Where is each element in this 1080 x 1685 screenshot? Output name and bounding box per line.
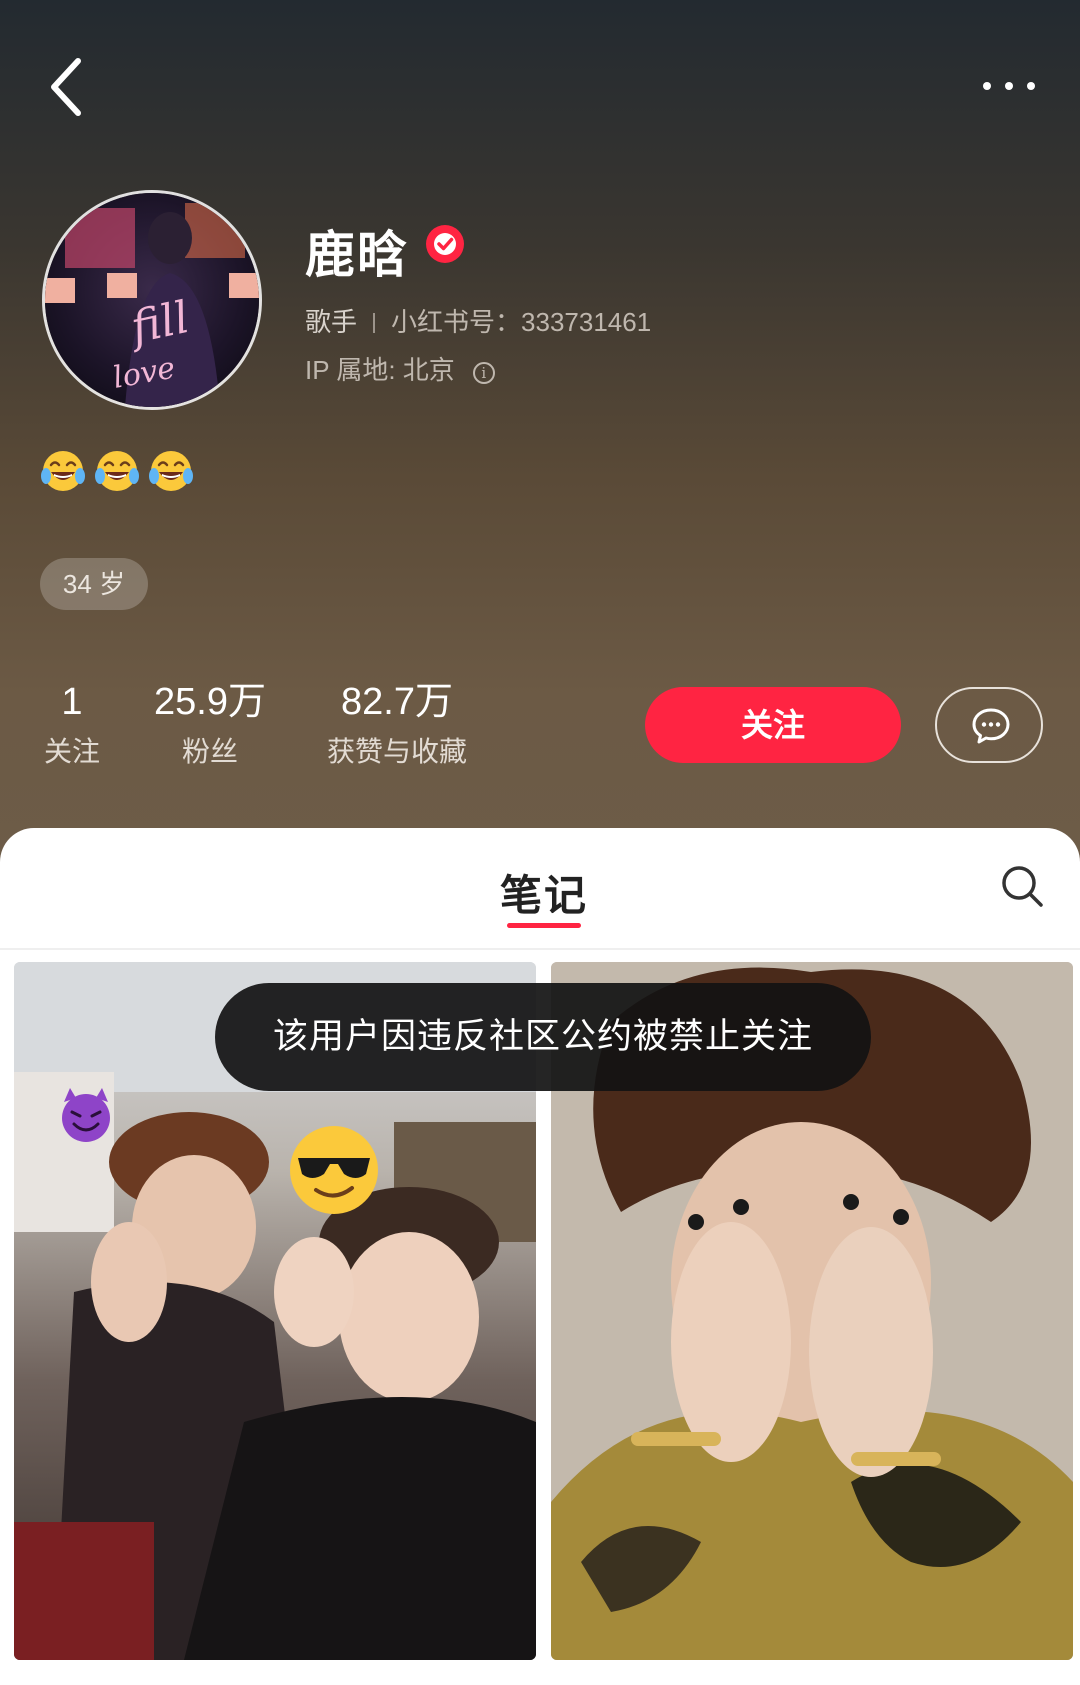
tears-of-joy-emoji — [41, 451, 85, 491]
id-value[interactable]: 333731461 — [521, 307, 651, 337]
stat-value: 82.7万 — [341, 681, 453, 723]
tears-of-joy-emoji — [95, 451, 139, 491]
bio — [40, 448, 194, 498]
ip-location: IP 属地: 北京 i — [305, 350, 495, 387]
message-button[interactable] — [935, 687, 1043, 763]
ip-location-label: IP 属地: 北京 — [305, 355, 455, 385]
stat-likes-and-saves[interactable]: 82.7万 获赞与收藏 — [312, 680, 482, 772]
more-options-button[interactable] — [975, 70, 1045, 100]
sunglasses-emoji — [290, 1126, 378, 1214]
search-button[interactable] — [998, 862, 1046, 910]
avatar[interactable]: fill love — [42, 190, 262, 410]
stat-following[interactable]: 1 关注 — [35, 680, 109, 772]
occupation-label: 歌手 — [305, 307, 358, 337]
verified-badge-icon — [426, 225, 464, 263]
id-label: 小红书号： — [391, 307, 522, 337]
stat-label: 关注 — [43, 736, 100, 767]
search-icon — [1002, 866, 1043, 907]
chat-bubble-icon — [972, 708, 1010, 744]
back-button[interactable] — [40, 55, 90, 119]
stat-label: 获赞与收藏 — [326, 736, 467, 767]
divider — [0, 948, 1080, 950]
tears-of-joy-emoji — [149, 451, 193, 491]
follow-button[interactable]: 关注 — [645, 687, 901, 763]
tab-notes[interactable]: 笔记 — [500, 862, 588, 923]
chevron-left-icon — [51, 58, 81, 116]
smiling-devil-emoji — [62, 1088, 110, 1142]
more-dots-icon — [1005, 82, 1013, 90]
profile-meta-line: 歌手 小红书号：333731461 — [305, 302, 651, 339]
footer-strip — [0, 1660, 1080, 1685]
restriction-toast: 该用户因违反社区公约被禁止关注 — [215, 983, 871, 1091]
age-tag: 34 岁 — [40, 558, 148, 610]
more-dots-icon — [983, 82, 991, 90]
stat-value: 25.9万 — [154, 681, 266, 723]
stat-value: 1 — [61, 681, 83, 723]
profile-name: 鹿晗 — [305, 227, 409, 283]
tab-active-indicator — [507, 923, 581, 928]
stat-followers[interactable]: 25.9万 粉丝 — [140, 680, 280, 772]
info-icon[interactable]: i — [472, 362, 495, 384]
stat-label: 粉丝 — [181, 736, 238, 767]
more-dots-icon — [1027, 82, 1035, 90]
avatar-image: fill love — [45, 193, 259, 407]
meta-separator — [373, 313, 376, 333]
